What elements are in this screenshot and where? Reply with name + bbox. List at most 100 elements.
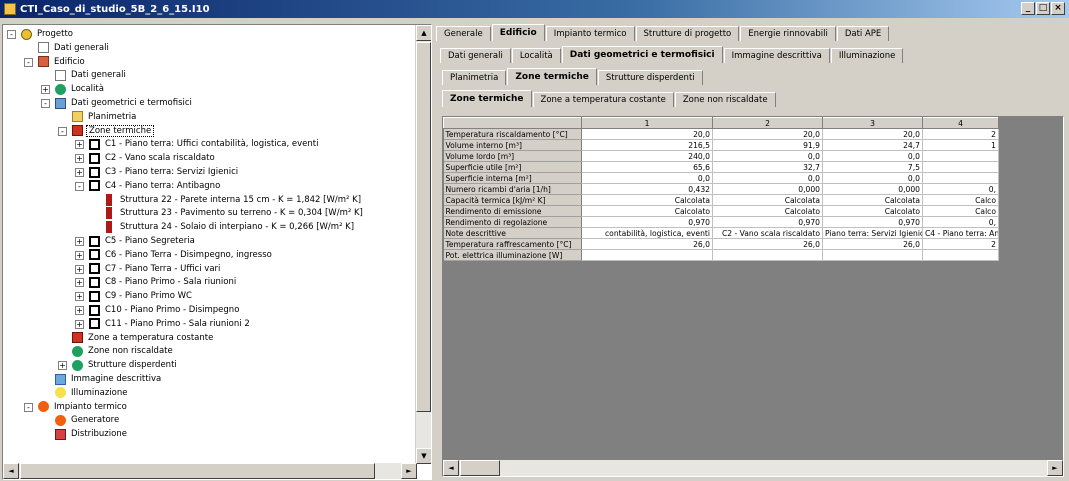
tree-node[interactable]: Struttura 23 - Pavimento su terreno - K … <box>106 207 365 220</box>
table-cell[interactable]: 0, <box>922 183 999 195</box>
scroll-thumb[interactable] <box>20 463 375 479</box>
expand-toggle[interactable]: + <box>75 306 84 315</box>
tree-node[interactable]: Zone non riscaldate <box>72 345 175 357</box>
collapse-toggle[interactable]: - <box>41 99 50 108</box>
table-cell[interactable]: 20,0 <box>822 128 923 140</box>
scroll-left-button[interactable]: ◄ <box>3 463 19 479</box>
tree-node[interactable]: Località <box>55 83 106 95</box>
tree-node[interactable]: C1 - Piano terra: Uffici contabilità, lo… <box>89 138 321 150</box>
column-header[interactable]: 3 <box>822 117 923 129</box>
tree-vertical-scrollbar[interactable]: ▲ ▼ <box>415 25 431 464</box>
building-tab[interactable]: Dati geometrici e termofisici <box>561 46 723 63</box>
table-cell[interactable] <box>922 249 999 261</box>
grid-horizontal-scrollbar[interactable]: ◄ ► <box>443 460 1063 476</box>
tree-node[interactable]: C11 - Piano Primo - Sala riunioni 2 <box>89 318 252 330</box>
table-cell[interactable]: 0,0 <box>822 150 923 162</box>
tree-node[interactable]: Edificio <box>38 56 87 68</box>
tree-node[interactable]: Zone a temperatura costante <box>72 332 215 344</box>
scroll-right-button[interactable]: ► <box>1047 460 1063 476</box>
collapse-toggle[interactable]: - <box>7 30 16 39</box>
table-cell[interactable]: 0, <box>922 216 999 228</box>
tree-node[interactable]: Struttura 24 - Solaio di interpiano - K … <box>106 221 356 234</box>
maximize-button[interactable]: □ <box>1036 2 1050 15</box>
tree-node[interactable]: Distribuzione <box>55 428 129 440</box>
expand-toggle[interactable]: + <box>58 361 67 371</box>
table-cell[interactable]: 0,970 <box>581 216 713 228</box>
tree-node[interactable]: C10 - Piano Primo - Disimpegno <box>89 304 241 316</box>
main-tab[interactable]: Edificio <box>491 24 545 41</box>
tree-node[interactable]: Dati geometrici e termofisici <box>55 97 194 109</box>
table-cell[interactable]: 0,0 <box>822 172 923 184</box>
building-tab[interactable]: Località <box>511 48 561 63</box>
table-cell[interactable]: 0,000 <box>822 183 923 195</box>
main-tab[interactable]: Generale <box>436 26 491 41</box>
table-cell[interactable]: 2 <box>922 238 999 250</box>
tree-node[interactable]: Dati generali <box>38 42 111 54</box>
table-cell[interactable] <box>922 161 999 173</box>
table-cell[interactable] <box>822 249 923 261</box>
scroll-thumb[interactable] <box>416 42 431 412</box>
building-tab[interactable]: Dati generali <box>440 48 511 63</box>
column-header[interactable]: 1 <box>581 117 713 129</box>
table-cell[interactable]: 216,5 <box>581 139 713 151</box>
main-tab[interactable]: Dati APE <box>836 26 890 41</box>
table-cell[interactable]: Calco <box>922 194 999 206</box>
collapse-toggle[interactable]: - <box>58 126 67 136</box>
table-cell[interactable] <box>922 172 999 184</box>
table-cell[interactable]: 26,0 <box>581 238 713 250</box>
building-tab[interactable]: Immagine descrittiva <box>723 48 830 63</box>
table-cell[interactable]: Calcolato <box>822 205 923 217</box>
geometry-tab[interactable]: Planimetria <box>442 70 507 85</box>
expand-toggle[interactable]: + <box>75 319 84 329</box>
tree-node[interactable]: Strutture disperdenti <box>72 359 179 371</box>
geometry-tab[interactable]: Zone termiche <box>507 68 597 85</box>
table-cell[interactable]: Calcolato <box>712 205 823 217</box>
tree-node[interactable]: Progetto <box>21 28 75 40</box>
table-cell[interactable] <box>712 249 823 261</box>
zone-tab[interactable]: Zone non riscaldate <box>674 92 776 107</box>
scroll-right-button[interactable]: ► <box>401 463 417 479</box>
table-cell[interactable]: 1 <box>922 139 999 151</box>
table-cell[interactable]: 0,970 <box>712 216 823 228</box>
expand-toggle[interactable]: + <box>75 140 84 150</box>
expand-toggle[interactable]: + <box>75 154 84 164</box>
tree-node[interactable]: C9 - Piano Primo WC <box>89 290 194 302</box>
zone-tab[interactable]: Zone termiche <box>442 90 532 107</box>
tree-node[interactable]: Dati generali <box>55 69 128 81</box>
expand-toggle[interactable]: + <box>41 85 50 95</box>
scroll-down-button[interactable]: ▼ <box>416 448 431 464</box>
minimize-button[interactable]: _ <box>1021 2 1035 15</box>
close-button[interactable]: × <box>1051 2 1065 15</box>
collapse-toggle[interactable]: - <box>24 57 33 67</box>
table-cell[interactable]: 32,7 <box>712 161 823 173</box>
table-cell[interactable]: 24,7 <box>822 139 923 151</box>
tree-node[interactable]: C3 - Piano terra: Servizi Igienici <box>89 166 240 178</box>
table-cell[interactable]: 0,0 <box>712 150 823 162</box>
zone-tab[interactable]: Zone a temperatura costante <box>532 92 674 107</box>
table-cell[interactable] <box>581 249 713 261</box>
table-cell[interactable]: 26,0 <box>712 238 823 250</box>
tree-node[interactable]: C5 - Piano Segreteria <box>89 235 197 247</box>
tree-node[interactable]: Zone termiche <box>72 124 155 137</box>
table-cell[interactable]: 0,432 <box>581 183 713 195</box>
column-header[interactable] <box>443 117 582 129</box>
table-cell[interactable]: Calcolato <box>581 205 713 217</box>
expand-toggle[interactable]: + <box>75 292 84 302</box>
table-cell[interactable]: Calcolata <box>822 194 923 206</box>
table-cell[interactable]: Calcolata <box>581 194 713 206</box>
table-cell[interactable] <box>922 150 999 162</box>
tree-node[interactable]: C8 - Piano Primo - Sala riunioni <box>89 276 238 288</box>
main-tab[interactable]: Energie rinnovabili <box>740 26 836 41</box>
table-cell[interactable]: C4 - Piano terra: Antiba <box>922 227 999 239</box>
tree-node[interactable]: Struttura 22 - Parete interna 15 cm - K … <box>106 193 363 206</box>
tree-node[interactable]: C4 - Piano terra: Antibagno <box>89 180 222 192</box>
table-cell[interactable]: 240,0 <box>581 150 713 162</box>
table-cell[interactable]: 26,0 <box>822 238 923 250</box>
tree-node[interactable]: Immagine descrittiva <box>55 373 163 385</box>
tree-node[interactable]: Impianto termico <box>38 401 129 413</box>
expand-toggle[interactable]: + <box>75 168 84 177</box>
table-cell[interactable]: Piano terra: Servizi Igienici <box>822 227 923 239</box>
table-cell[interactable]: Calco <box>922 205 999 217</box>
geometry-tab[interactable]: Strutture disperdenti <box>597 70 703 85</box>
building-tab[interactable]: Illuminazione <box>830 48 904 63</box>
